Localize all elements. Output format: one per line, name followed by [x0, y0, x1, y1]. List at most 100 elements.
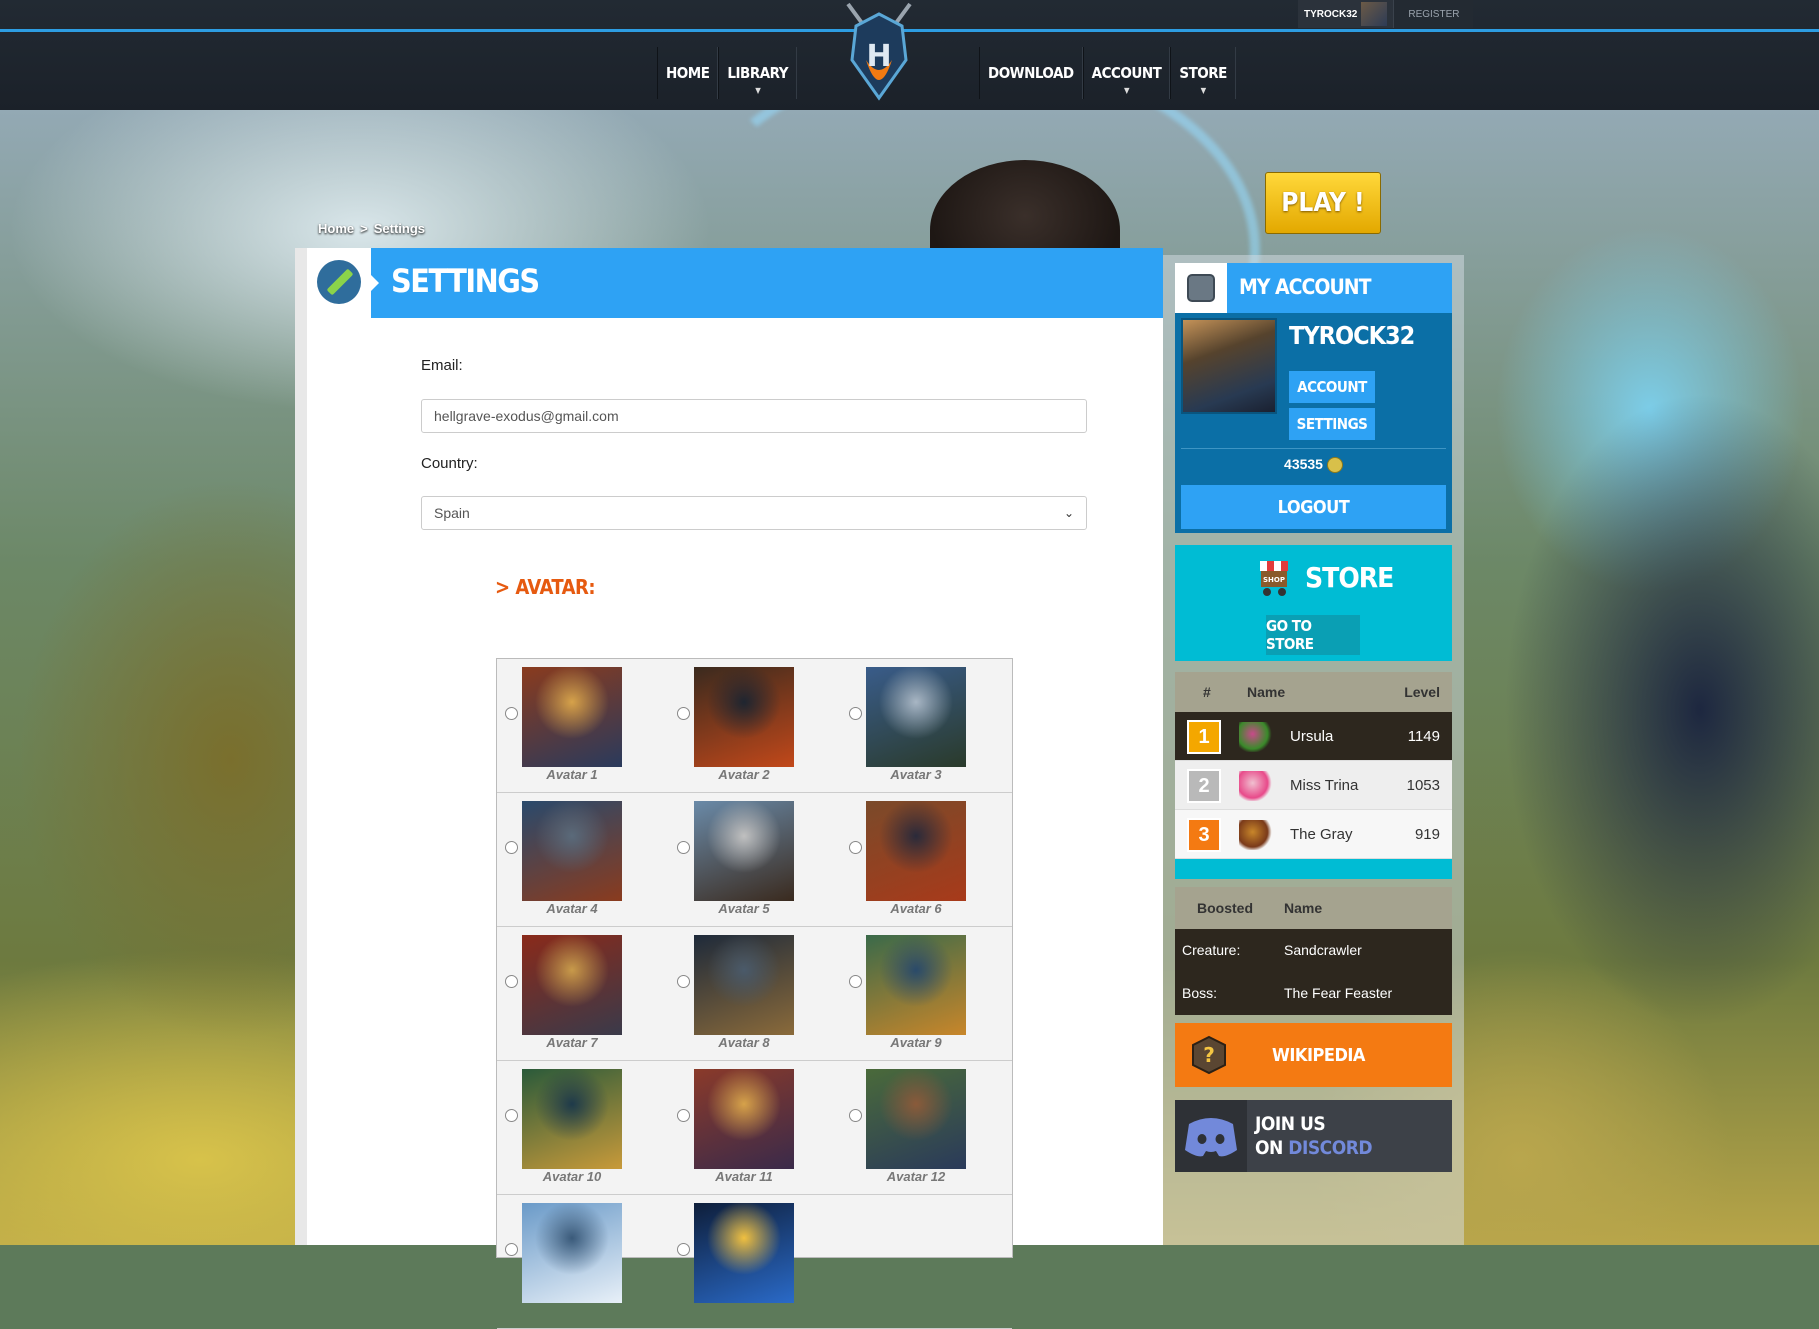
settings-title: SETTINGS [391, 262, 540, 300]
level-col-header: Level [1404, 684, 1440, 700]
store-widget: SHOP STORE GO TO STORE [1175, 545, 1452, 661]
avatar-radio[interactable] [505, 707, 518, 720]
site-logo[interactable]: H [840, 0, 918, 104]
nav-home-label: HOME [666, 64, 710, 82]
avatar-option[interactable]: Avatar 8 [669, 927, 841, 1060]
avatar-image[interactable] [694, 1203, 794, 1303]
avatar-option[interactable]: Avatar 6 [841, 793, 1013, 926]
boosted-name[interactable]: The Fear Feaster [1284, 985, 1392, 1001]
breadcrumb-home[interactable]: Home [318, 221, 354, 236]
nav-store-label: STORE [1179, 64, 1227, 82]
boosted-row-boss: Boss: The Fear Feaster [1175, 972, 1452, 1015]
rank-col-header: # [1203, 684, 1211, 700]
ranking-row[interactable]: 3 The Gray 919 [1175, 810, 1452, 859]
account-button[interactable]: ACCOUNT [1289, 371, 1375, 403]
avatar-image[interactable] [866, 1069, 966, 1169]
avatar-radio[interactable] [677, 707, 690, 720]
avatar-radio[interactable] [849, 841, 862, 854]
avatar-radio[interactable] [505, 975, 518, 988]
avatar-row: Avatar 7 Avatar 8 Avatar 9 [497, 927, 1012, 1061]
avatar-radio[interactable] [505, 1109, 518, 1122]
avatar-image[interactable] [694, 667, 794, 767]
user-menu[interactable]: TYROCK32 [1298, 0, 1394, 28]
avatar-image[interactable] [694, 935, 794, 1035]
discord-link[interactable]: JOIN US ON DISCORD [1175, 1100, 1452, 1172]
player-level: 919 [1414, 825, 1440, 843]
avatar-image[interactable] [866, 667, 966, 767]
nav-download[interactable]: DOWNLOAD [979, 47, 1083, 99]
go-to-store-button[interactable]: GO TO STORE [1266, 615, 1360, 655]
avatar-radio[interactable] [677, 841, 690, 854]
avatar-radio[interactable] [677, 975, 690, 988]
avatar-radio[interactable] [505, 841, 518, 854]
avatar-image[interactable] [866, 801, 966, 901]
breadcrumb-current[interactable]: Settings [374, 221, 425, 236]
avatar-option[interactable] [497, 1195, 669, 1328]
my-account-header: MY ACCOUNT [1175, 263, 1452, 313]
register-link[interactable]: REGISTER [1393, 0, 1474, 28]
avatar-image[interactable] [694, 801, 794, 901]
avatar-radio[interactable] [849, 1109, 862, 1122]
ranking-row[interactable]: 1 Ursula 1149 [1175, 712, 1452, 761]
name-col-header: Name [1247, 684, 1286, 700]
nav-store[interactable]: STORE ▼ [1170, 47, 1236, 99]
header-arrow [371, 275, 379, 291]
avatar-option[interactable]: Avatar 4 [497, 793, 669, 926]
right-sidebar: MY ACCOUNT TYROCK32 ACCOUNT SETTINGS 435… [1163, 255, 1464, 1245]
avatar-option[interactable]: Avatar 9 [841, 927, 1013, 1060]
logout-button[interactable]: LOGOUT [1181, 485, 1446, 529]
rank-badge: 3 [1187, 818, 1221, 852]
avatar-radio[interactable] [677, 1109, 690, 1122]
avatar-option[interactable]: Avatar 11 [669, 1061, 841, 1194]
discord-logo-box [1175, 1100, 1247, 1172]
player-name[interactable]: The Gray [1290, 826, 1353, 843]
avatar-caption: Avatar 10 [542, 1169, 602, 1184]
country-select[interactable]: Spain ⌄ [421, 496, 1087, 530]
avatar-option[interactable]: Avatar 7 [497, 927, 669, 1060]
chevron-down-icon: ▼ [1123, 86, 1130, 95]
avatar-option[interactable] [669, 1195, 841, 1328]
avatar-option[interactable]: Avatar 10 [497, 1061, 669, 1194]
svg-text:H: H [866, 39, 891, 74]
avatar-image[interactable] [522, 1069, 622, 1169]
shop-cart-icon: SHOP [1260, 561, 1288, 596]
avatar-image[interactable] [866, 935, 966, 1035]
avatar-option[interactable]: Avatar 12 [841, 1061, 1013, 1194]
settings-button[interactable]: SETTINGS [1289, 408, 1375, 440]
account-icon-box [1175, 263, 1227, 313]
svg-text:SHOP: SHOP [1263, 576, 1285, 584]
ranking-row[interactable]: 2 Miss Trina 1053 [1175, 761, 1452, 810]
avatar-image[interactable] [522, 1203, 622, 1303]
avatar-caption: Avatar 12 [886, 1169, 946, 1184]
avatar-image[interactable] [522, 801, 622, 901]
avatar-caption: Avatar 3 [890, 767, 942, 782]
nav-account[interactable]: ACCOUNT ▼ [1082, 47, 1171, 99]
play-button[interactable]: PLAY ! [1265, 172, 1381, 234]
avatar-radio[interactable] [849, 707, 862, 720]
character-sprite [1239, 722, 1273, 752]
avatar-image[interactable] [522, 935, 622, 1035]
avatar-option[interactable]: Avatar 2 [669, 659, 841, 792]
discord-icon [1185, 1118, 1237, 1157]
nav-left: HOME LIBRARY ▼ [657, 47, 798, 99]
wikipedia-link[interactable]: ? WIKIPEDIA [1175, 1023, 1452, 1087]
discord-line1: JOIN US [1255, 1113, 1326, 1135]
boosted-name[interactable]: Sandcrawler [1284, 942, 1362, 958]
player-name[interactable]: Miss Trina [1290, 777, 1358, 794]
avatar-image[interactable] [522, 667, 622, 767]
country-label: Country: [421, 455, 478, 472]
avatar-image[interactable] [694, 1069, 794, 1169]
discord-brand: DISCORD [1288, 1137, 1373, 1159]
nav-home[interactable]: HOME [657, 47, 719, 99]
avatar-radio[interactable] [849, 975, 862, 988]
settings-content: SETTINGS Email: hellgrave-exodus@gmail.c… [307, 248, 1163, 1329]
player-name[interactable]: Ursula [1290, 728, 1333, 745]
avatar-row: Avatar 1 Avatar 2 Avatar 3 [497, 659, 1012, 793]
user-bar: TYROCK32 REGISTER [1298, 0, 1474, 28]
avatar-option[interactable]: Avatar 5 [669, 793, 841, 926]
avatar-caption: Avatar 7 [546, 1035, 598, 1050]
nav-library[interactable]: LIBRARY ▼ [718, 47, 798, 99]
avatar-option[interactable]: Avatar 3 [841, 659, 1013, 792]
email-field[interactable]: hellgrave-exodus@gmail.com [421, 399, 1087, 433]
avatar-option[interactable]: Avatar 1 [497, 659, 669, 792]
